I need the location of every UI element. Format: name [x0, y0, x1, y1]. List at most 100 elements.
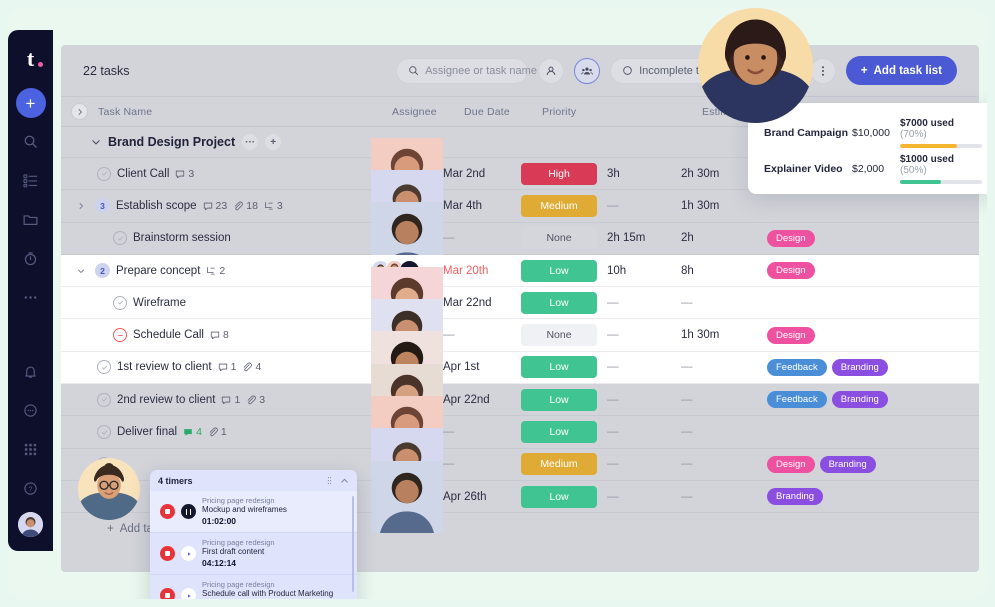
search-input[interactable]: Assignee or task name — [396, 57, 537, 84]
assignee-avatar[interactable] — [371, 422, 443, 572]
table-row[interactable]: 1st review to client 1 4 Apr 1st Low — — Feedba… — [61, 352, 979, 384]
table-row[interactable]: 2nd review to client 1 3 Apr 22nd Low — — Feedb… — [61, 384, 979, 416]
table-row[interactable]: Wireframe Mar 22nd Low — — — [61, 287, 979, 319]
budget-row: Explainer Video $2,000 $1000 used (50%) — [764, 151, 982, 187]
group-collapse-icon[interactable] — [91, 137, 101, 147]
timer-stop-button[interactable] — [160, 504, 175, 519]
subtask-count-value: 3 — [276, 199, 283, 212]
group-more-button[interactable]: ··· — [242, 134, 259, 150]
chevron-up-icon — [340, 476, 349, 485]
timers-drag-handle[interactable] — [325, 476, 334, 485]
timers-collapse-button[interactable] — [340, 476, 349, 485]
sidebar-item-apps[interactable] — [13, 433, 49, 465]
row-collapse-button[interactable] — [77, 267, 89, 275]
empty-value: — — [681, 393, 693, 406]
sidebar-item-chat[interactable] — [13, 394, 49, 426]
timer-text: Pricing page redesign First draft conten… — [202, 538, 349, 570]
expand-panel-button[interactable] — [71, 103, 88, 120]
cell-due-date[interactable]: — — [443, 329, 521, 341]
table-row[interactable]: 2Prepare concept2+2Mar 20thLow10h8hDesig… — [61, 254, 979, 288]
cell-due-date[interactable]: — — [443, 232, 521, 244]
app-logo[interactable]: t — [17, 46, 45, 72]
task-blocked-indicator[interactable] — [113, 328, 127, 343]
task-name: Prepare concept — [116, 264, 201, 277]
sidebar-add-button[interactable]: + — [15, 88, 46, 118]
task-name: Brainstorm session — [133, 232, 231, 245]
sidebar-item-notifications[interactable] — [13, 355, 49, 387]
table-row[interactable]: Deliver final 4 1 — Low — — — [61, 416, 979, 448]
timer-play-button[interactable] — [181, 546, 196, 561]
tag[interactable]: Branding — [767, 488, 824, 506]
task-checkbox[interactable] — [97, 360, 111, 375]
tag[interactable]: Feedback — [767, 391, 827, 409]
priority-badge[interactable]: Low — [521, 485, 597, 508]
timer-item[interactable]: Pricing page redesign Schedule call with… — [150, 575, 357, 599]
tag[interactable]: Design — [767, 455, 815, 473]
priority-badge[interactable]: Low — [521, 388, 597, 411]
cell-due-date[interactable]: — — [443, 458, 521, 470]
task-checkbox[interactable] — [113, 295, 127, 310]
table-row[interactable]: 3 Establish scope 23 18 3 Mar 4th Medium — 1h 30… — [61, 190, 979, 222]
cell-due-date[interactable]: Mar 4th — [443, 200, 521, 212]
cell-due-date[interactable]: — — [443, 426, 521, 438]
task-checkbox[interactable] — [97, 425, 111, 440]
priority-badge[interactable]: Low — [521, 421, 597, 444]
cell-due-date[interactable]: Apr 1st — [443, 361, 521, 373]
task-checkbox[interactable] — [97, 166, 111, 181]
assignee-filter-button[interactable] — [538, 57, 565, 84]
priority-badge[interactable]: Low — [521, 259, 597, 282]
cell-due-date[interactable]: Mar 2nd — [443, 168, 521, 180]
table-row[interactable]: Brainstorm session — None 2h 15m 2h Design — [61, 223, 979, 255]
comment-count-value: 1 — [230, 361, 237, 374]
priority-badge[interactable]: Medium — [521, 194, 597, 217]
cell-tracked-time: — — [607, 361, 681, 373]
budget-row: Brand Campaign $10,000 $7000 used (70%) — [764, 115, 982, 151]
sidebar-item-projects[interactable] — [13, 203, 49, 235]
timer-item[interactable]: Pricing page redesign Mockup and wirefra… — [150, 491, 357, 533]
sidebar-item-more[interactable] — [13, 281, 49, 313]
group-add-button[interactable]: + — [265, 134, 282, 150]
priority-badge[interactable]: Low — [521, 291, 597, 314]
cell-due-date[interactable]: Mar 22nd — [443, 297, 521, 309]
add-task-list-button[interactable]: + Add task list — [845, 56, 957, 85]
timer-elapsed: 01:02:00 — [202, 516, 237, 527]
tag[interactable]: Design — [767, 326, 815, 344]
priority-badge[interactable]: High — [521, 162, 597, 185]
timer-stop-button[interactable] — [160, 546, 175, 561]
sidebar-item-time-tracking[interactable] — [13, 242, 49, 274]
cell-due-date[interactable]: Apr 26th — [443, 491, 521, 503]
portrait-image — [698, 8, 813, 123]
sidebar-item-search[interactable] — [13, 125, 49, 157]
team-filter-button[interactable] — [574, 57, 601, 84]
table-row[interactable]: Schedule Call 8 — None — 1h 30m Design — [61, 319, 979, 351]
attachment-count: 3 — [246, 394, 265, 406]
priority-badge[interactable]: Medium — [521, 453, 597, 476]
timer-item[interactable]: Pricing page redesign First draft conten… — [150, 533, 357, 575]
cell-due-date[interactable]: Apr 22nd — [443, 394, 521, 406]
priority-badge[interactable]: None — [521, 227, 597, 250]
timer-project: Pricing page redesign — [202, 495, 275, 505]
priority-badge[interactable]: None — [521, 324, 597, 347]
tag[interactable]: Branding — [819, 455, 876, 473]
tag[interactable]: Design — [767, 262, 815, 280]
task-checkbox[interactable] — [113, 231, 127, 246]
sidebar-item-tasks[interactable] — [13, 164, 49, 196]
cell-priority: Low — [521, 291, 607, 314]
sidebar-user-avatar[interactable] — [18, 512, 43, 537]
timer-pause-button[interactable] — [181, 504, 196, 519]
timers-scrollbar[interactable] — [351, 496, 354, 592]
comment-icon — [183, 427, 193, 437]
task-checkbox[interactable] — [97, 392, 111, 407]
timer-stop-button[interactable] — [160, 588, 175, 599]
timer-play-button[interactable] — [181, 588, 196, 599]
more-options-button[interactable] — [809, 57, 836, 84]
sidebar-item-help[interactable] — [13, 472, 49, 504]
tag[interactable]: Design — [767, 229, 815, 247]
cell-due-date[interactable]: Mar 20th — [443, 265, 521, 277]
tag[interactable]: Branding — [831, 358, 888, 376]
tag[interactable]: Branding — [831, 391, 888, 409]
priority-badge[interactable]: Low — [521, 356, 597, 379]
row-expand-button[interactable] — [77, 202, 89, 210]
tag[interactable]: Feedback — [767, 358, 827, 376]
cell-estimated-time: 1h 30m — [681, 329, 720, 342]
